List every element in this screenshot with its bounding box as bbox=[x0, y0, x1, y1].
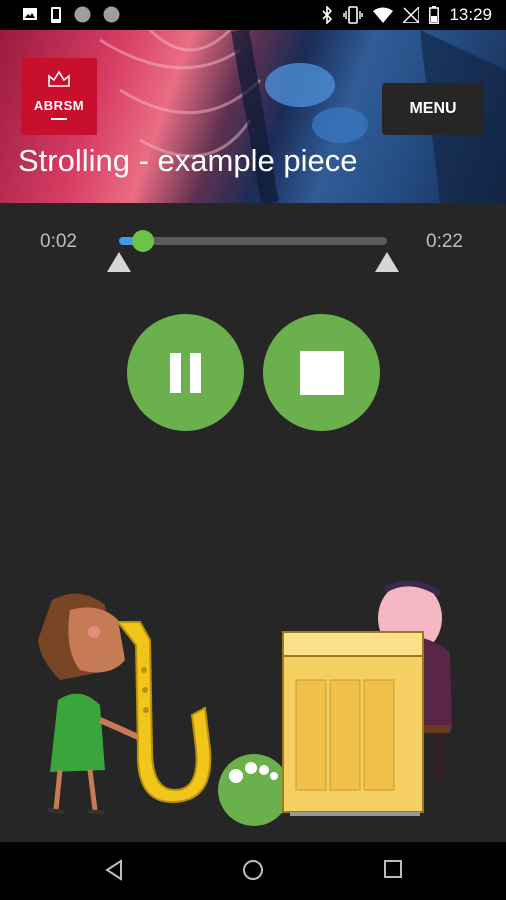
header-banner: ABRSM MENU Strolling - example piece bbox=[0, 30, 506, 203]
wifi-icon bbox=[373, 7, 394, 23]
image-icon bbox=[23, 8, 37, 20]
battery-icon bbox=[429, 6, 440, 24]
pause-icon bbox=[170, 352, 201, 393]
stop-button[interactable] bbox=[263, 314, 380, 431]
mascot-ball bbox=[218, 754, 290, 826]
abrsm-logo[interactable]: ABRSM bbox=[21, 58, 97, 135]
musicians-illustration bbox=[38, 580, 452, 826]
status-right: 13:29 bbox=[321, 5, 492, 25]
system-nav-bar bbox=[0, 842, 506, 900]
loop-start-marker[interactable] bbox=[107, 252, 131, 272]
logo-underline bbox=[51, 118, 67, 120]
vibrate-icon bbox=[343, 6, 364, 24]
loop-end-marker[interactable] bbox=[375, 252, 399, 272]
circle-icon bbox=[103, 6, 120, 23]
progress-thumb[interactable] bbox=[132, 230, 155, 252]
menu-button[interactable]: MENU bbox=[382, 83, 484, 135]
bluetooth-icon bbox=[322, 6, 333, 24]
pause-button[interactable] bbox=[127, 314, 244, 431]
status-time: 13:29 bbox=[449, 5, 492, 24]
no-signal-icon bbox=[403, 7, 420, 23]
status-bar: 13:29 bbox=[0, 0, 506, 30]
circle-icon bbox=[74, 6, 91, 23]
saxophone bbox=[115, 621, 212, 804]
logo-text: ABRSM bbox=[33, 98, 85, 113]
total-time: 0:22 bbox=[426, 231, 463, 252]
recents-icon[interactable] bbox=[383, 859, 403, 879]
page-title: Strolling - example piece bbox=[18, 143, 358, 178]
back-icon[interactable] bbox=[104, 859, 124, 881]
progress-slider[interactable] bbox=[119, 230, 387, 252]
home-icon[interactable] bbox=[242, 859, 264, 881]
stop-icon bbox=[299, 350, 344, 395]
crown-icon bbox=[48, 70, 70, 87]
phone-icon bbox=[51, 7, 61, 23]
status-left-icons bbox=[22, 6, 120, 24]
elapsed-time: 0:02 bbox=[40, 231, 77, 252]
piano bbox=[282, 631, 424, 816]
